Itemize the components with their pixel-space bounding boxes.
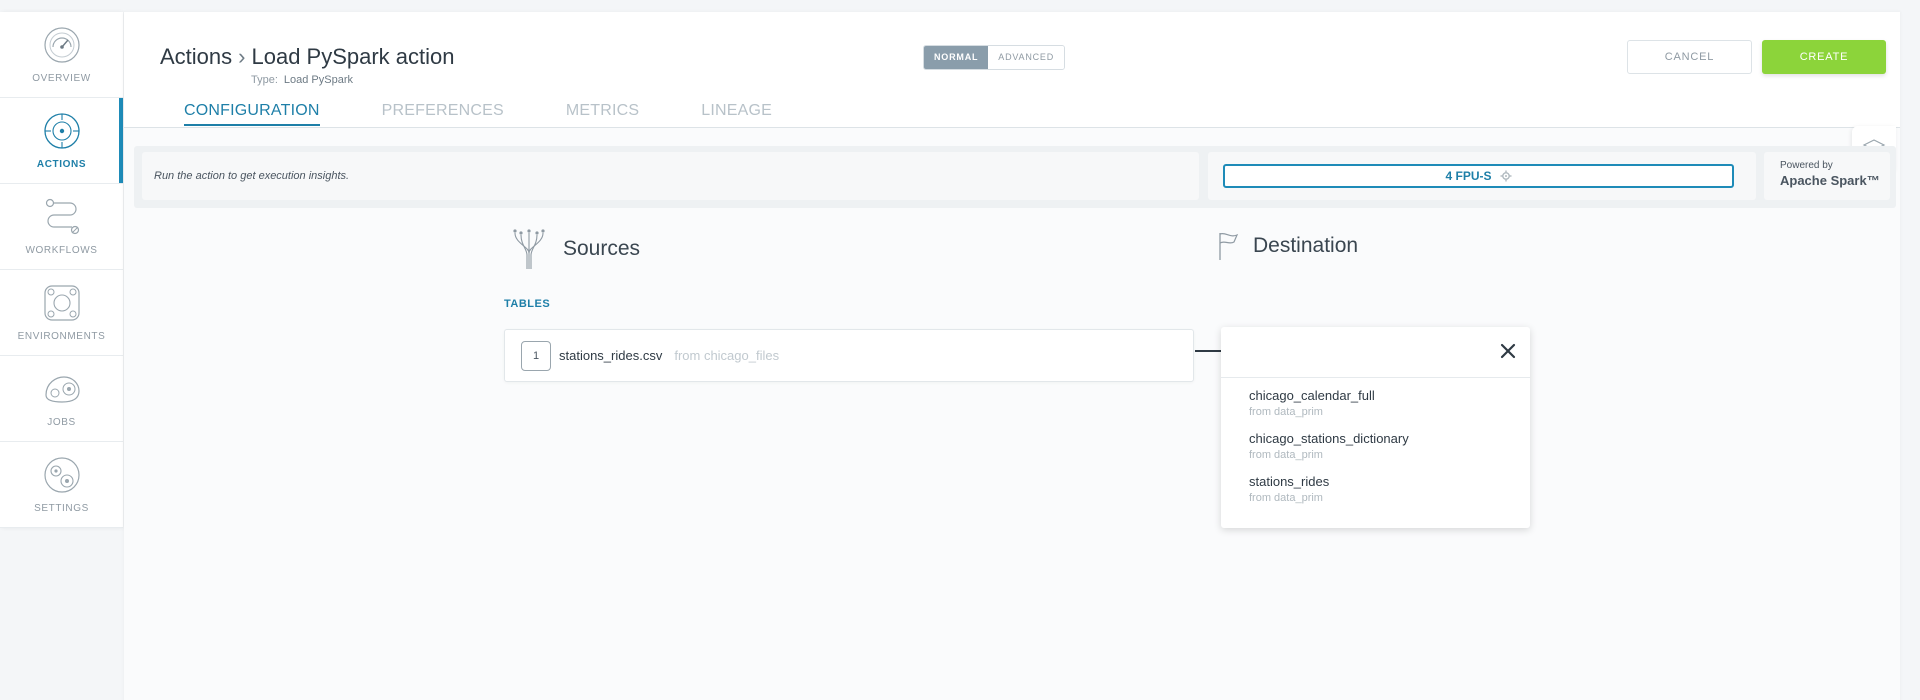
option-name: stations_rides: [1249, 474, 1330, 489]
engine-name: Apache Spark™: [1780, 173, 1880, 188]
main-panel: Actions › Load PySpark action Type: Load …: [124, 12, 1900, 700]
sidebar-item-overview[interactable]: OVERVIEW: [0, 12, 123, 98]
jobs-icon: [44, 376, 80, 403]
close-icon[interactable]: [1498, 341, 1518, 361]
target-icon: [43, 113, 80, 149]
create-button[interactable]: CREATE: [1762, 40, 1886, 74]
mode-normal-button[interactable]: NORMAL: [924, 46, 989, 69]
sources-header: Sources: [509, 227, 640, 271]
mode-advanced-button[interactable]: ADVANCED: [988, 46, 1065, 69]
sidebar-item-settings[interactable]: SETTINGS: [0, 442, 123, 528]
gauge-icon: [43, 27, 80, 63]
sidebar: OVERVIEW ACTIONS WORKFLOWS ENVIRONMENTS …: [0, 12, 123, 528]
sidebar-item-jobs[interactable]: JOBS: [0, 356, 123, 442]
connector-line: [1195, 350, 1222, 352]
workflow-icon: [45, 198, 79, 235]
tab-bar: CONFIGURATION PREFERENCES METRICS LINEAG…: [184, 102, 834, 126]
option-source: from data_prim: [1249, 449, 1323, 461]
option-name: chicago_stations_dictionary: [1249, 431, 1409, 446]
tab-preferences[interactable]: PREFERENCES: [382, 102, 504, 126]
insights-message: Run the action to get execution insights…: [142, 152, 1199, 200]
insights-bar: Run the action to get execution insights…: [134, 146, 1896, 208]
divider: [124, 127, 1900, 128]
option-source: from data_prim: [1249, 492, 1323, 504]
table-row[interactable]: 1 stations_rides.csv from chicago_files: [504, 329, 1194, 382]
table-name: stations_rides.csv: [559, 348, 663, 363]
type-value: Load PySpark: [283, 74, 354, 86]
row-index-badge: 1: [521, 340, 551, 371]
tab-metrics[interactable]: METRICS: [566, 102, 639, 126]
gears-icon: [43, 457, 80, 493]
sidebar-item-label: OVERVIEW: [32, 73, 91, 84]
sidebar-item-label: JOBS: [47, 417, 76, 428]
sources-title: Sources: [563, 237, 641, 260]
sidebar-item-label: ACTIONS: [36, 159, 87, 170]
dropdown-header: [1221, 327, 1530, 378]
action-type: Type: Load PySpark: [251, 74, 353, 86]
sidebar-item-environments[interactable]: ENVIRONMENTS: [0, 270, 123, 356]
sidebar-item-workflows[interactable]: WORKFLOWS: [0, 184, 123, 270]
destination-option[interactable]: chicago_calendar_full from data_prim: [1221, 378, 1530, 421]
fpu-selector-button[interactable]: 4 FPU-S: [1223, 164, 1734, 188]
sidebar-item-actions[interactable]: ACTIONS: [0, 98, 123, 184]
sidebar-item-label: ENVIRONMENTS: [17, 331, 106, 342]
cancel-button[interactable]: CANCEL: [1627, 40, 1752, 74]
table-source: from chicago_files: [674, 348, 780, 363]
gear-icon: [1500, 170, 1511, 182]
destination-header: Destination: [1217, 231, 1358, 261]
tables-label: TABLES: [504, 298, 551, 310]
option-source: from data_prim: [1249, 406, 1323, 418]
breadcrumb: Actions › Load PySpark action: [160, 44, 455, 70]
tab-configuration[interactable]: CONFIGURATION: [184, 102, 320, 126]
environment-icon: [43, 285, 80, 321]
breadcrumb-root[interactable]: Actions: [160, 44, 232, 70]
fpu-value: 4 FPU-S: [1445, 169, 1492, 183]
destination-dropdown: chicago_calendar_full from data_prim chi…: [1221, 327, 1530, 528]
chevron-right-icon: ›: [238, 44, 246, 69]
powered-by-panel: Powered by Apache Spark™: [1764, 152, 1890, 200]
type-label: Type:: [251, 74, 278, 86]
destination-option[interactable]: stations_rides from data_prim: [1221, 464, 1530, 507]
page-header: Actions › Load PySpark action Type: Load …: [124, 12, 1900, 128]
powered-by-label: Powered by: [1780, 160, 1833, 171]
destination-title: Destination: [1253, 234, 1359, 257]
tab-lineage[interactable]: LINEAGE: [701, 102, 772, 126]
sources-icon: [513, 229, 545, 269]
flag-icon: [1219, 232, 1239, 260]
fpu-panel: 4 FPU-S: [1208, 152, 1756, 200]
option-name: chicago_calendar_full: [1249, 388, 1375, 403]
sidebar-item-label: WORKFLOWS: [25, 245, 98, 256]
destination-option[interactable]: chicago_stations_dictionary from data_pr…: [1221, 421, 1530, 464]
mode-toggle: NORMAL ADVANCED: [923, 45, 1066, 70]
page-title: Load PySpark action: [251, 44, 455, 69]
sidebar-item-label: SETTINGS: [34, 503, 89, 514]
